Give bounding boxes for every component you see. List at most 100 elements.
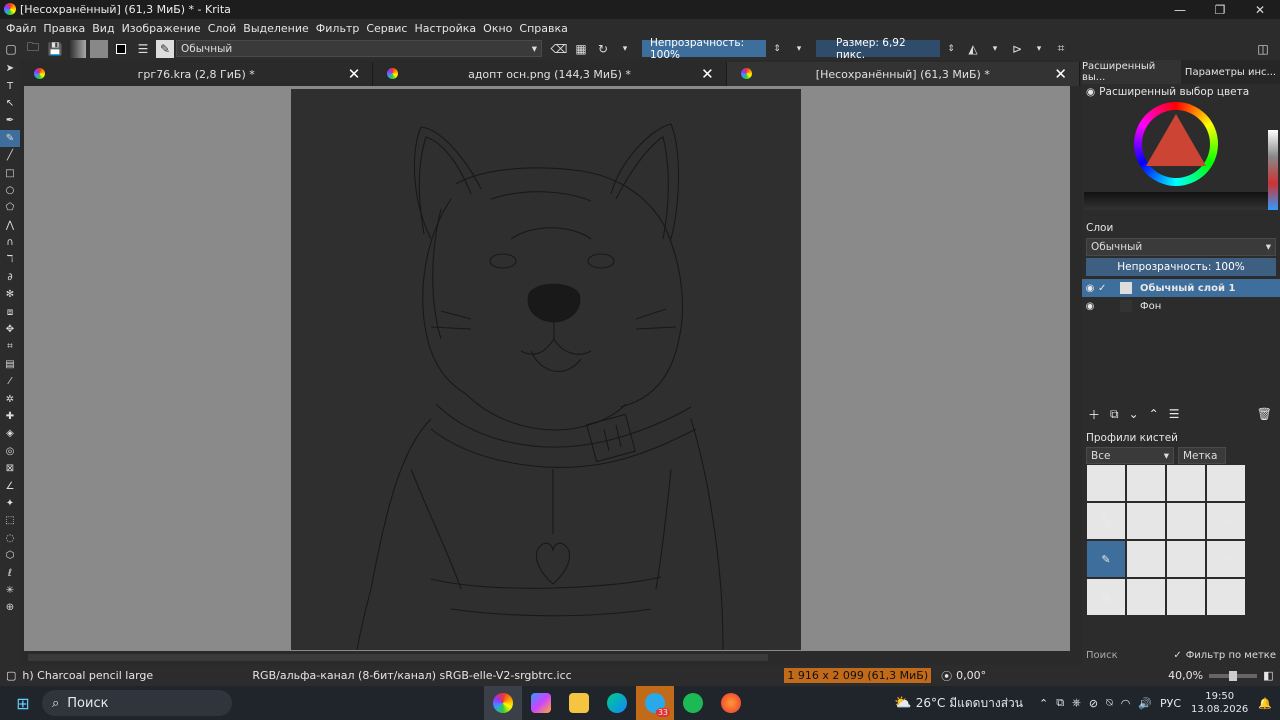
line-tool-icon[interactable]: ╱: [0, 147, 20, 164]
menu-view[interactable]: Вид: [92, 22, 114, 35]
chevron-down-icon[interactable]: ▾: [616, 40, 634, 58]
brush-preset[interactable]: ▤: [1207, 541, 1245, 577]
layer-row[interactable]: ◉ Фон: [1082, 297, 1280, 315]
pattern-icon[interactable]: [90, 39, 108, 58]
open-folder-icon[interactable]: 🗀: [24, 40, 42, 58]
delete-layer-icon[interactable]: 🗑: [1257, 407, 1272, 421]
ellipse-tool-icon[interactable]: ○: [0, 182, 20, 199]
layer-menu-icon[interactable]: ☰: [1169, 407, 1180, 421]
rectangle-tool-icon[interactable]: □: [0, 164, 20, 181]
chevron-down-icon[interactable]: ▾: [1030, 40, 1048, 58]
brush-search-input[interactable]: Поиск: [1086, 650, 1173, 661]
brush-category-select[interactable]: Все ▾: [1086, 447, 1174, 464]
duplicate-layer-icon[interactable]: ⧉: [1110, 407, 1119, 422]
start-icon[interactable]: ⊞: [4, 686, 42, 720]
filter-by-tag-checkbox[interactable]: Фильтр по метке: [1186, 650, 1276, 661]
document-tab-active[interactable]: [Несохранённый] (61,3 МиБ) * ✕: [726, 62, 1080, 86]
document-tab[interactable]: грг76.kra (2,8 ГиБ) * ✕: [20, 62, 374, 86]
opacity-stepper[interactable]: ⇕: [768, 40, 786, 58]
menu-layer[interactable]: Слой: [208, 22, 237, 35]
edit-shapes-icon[interactable]: ↖: [0, 95, 20, 112]
tab-tool-options[interactable]: Параметры инс...: [1181, 60, 1280, 84]
tab-advanced-color[interactable]: Расширенный вы...: [1082, 60, 1181, 84]
measure-tool-icon[interactable]: ∠: [0, 477, 20, 494]
tray-mic-icon[interactable]: ⍉: [1106, 696, 1113, 710]
brush-preset[interactable]: ✎: [1127, 465, 1165, 501]
menu-select[interactable]: Выделение: [243, 22, 309, 35]
brush-preset[interactable]: ✒: [1087, 465, 1125, 501]
opacity-slider[interactable]: Непрозрачность: 100%: [642, 37, 766, 61]
mirror-horizontal-icon[interactable]: ◭: [964, 40, 982, 58]
reference-tool-icon[interactable]: ✦: [0, 495, 20, 512]
menu-file[interactable]: Файл: [6, 22, 36, 35]
brush-preset-active[interactable]: ✎: [1087, 541, 1125, 577]
brush-preset[interactable]: ▦: [1087, 579, 1125, 615]
notification-icon[interactable]: 🔔: [1258, 697, 1272, 710]
add-layer-icon[interactable]: ＋: [1088, 406, 1100, 423]
magic-wand-icon[interactable]: ✳: [0, 582, 20, 599]
menu-help[interactable]: Справка: [519, 22, 567, 35]
brush-preset[interactable]: ✏: [1207, 465, 1245, 501]
blend-mode-select[interactable]: Обычный ▾: [176, 40, 542, 57]
menu-image[interactable]: Изображение: [122, 22, 201, 35]
ellipse-select-icon[interactable]: ◌: [0, 530, 20, 547]
zoom-value[interactable]: 40,0%: [1168, 669, 1203, 682]
multibrush-icon[interactable]: ✻: [0, 286, 20, 303]
layer-row[interactable]: ◉ ✓ Обычный слой 1: [1082, 279, 1280, 297]
weather-label[interactable]: 26°C มีแดดบางส่วน: [916, 694, 1023, 713]
dynamic-brush-icon[interactable]: ∂: [0, 269, 20, 286]
copilot-icon[interactable]: [522, 686, 560, 720]
sv-triangle[interactable]: [1146, 114, 1206, 166]
close-button[interactable]: ✕: [1240, 0, 1280, 19]
wrap-around-icon[interactable]: ⌗: [1052, 40, 1070, 58]
freehand-path-icon[interactable]: ℸ: [0, 251, 20, 268]
polyline-tool-icon[interactable]: ⋀: [0, 217, 20, 234]
color-history-bar[interactable]: [1268, 130, 1278, 210]
spotify-icon[interactable]: [674, 686, 712, 720]
polygon-tool-icon[interactable]: ⬠: [0, 199, 20, 216]
size-stepper[interactable]: ⇕: [942, 40, 960, 58]
menu-edit[interactable]: Правка: [43, 22, 85, 35]
menu-filter[interactable]: Фильтр: [316, 22, 360, 35]
select-tool-icon[interactable]: ➤: [0, 60, 20, 77]
check-icon[interactable]: ✓: [1098, 283, 1112, 294]
krita-taskbar-icon[interactable]: [484, 686, 522, 720]
firefox-icon[interactable]: [712, 686, 750, 720]
polygon-select-icon[interactable]: ⬡: [0, 547, 20, 564]
drawing-canvas[interactable]: [291, 89, 801, 651]
volume-icon[interactable]: 🔊: [1138, 697, 1152, 710]
chevron-down-icon[interactable]: ▾: [790, 40, 808, 58]
rect-select-icon[interactable]: ⬚: [0, 512, 20, 529]
gradient-icon[interactable]: [68, 39, 86, 58]
tray-mute-icon[interactable]: ⊘: [1089, 697, 1098, 710]
taskbar-search[interactable]: ⌕ Поиск: [42, 690, 232, 716]
eye-icon[interactable]: ◉: [1082, 301, 1098, 312]
zoom-slider[interactable]: [1209, 670, 1258, 681]
language-indicator[interactable]: РУС: [1160, 697, 1181, 710]
canvas-area[interactable]: [24, 86, 1070, 651]
layer-opacity-slider[interactable]: Непрозрачность: 100%: [1086, 258, 1276, 276]
save-icon[interactable]: 💾: [46, 40, 64, 58]
tray-network-icon[interactable]: ⎈: [1072, 696, 1081, 710]
layer-blend-select[interactable]: Обычный ▾: [1086, 238, 1276, 256]
close-icon[interactable]: ✕: [1054, 65, 1067, 83]
freehand-select-icon[interactable]: ℓ: [0, 564, 20, 581]
document-tab[interactable]: адопт осн.png (144,3 МиБ) * ✕: [373, 62, 727, 86]
assistant-tool-icon[interactable]: ⊠: [0, 460, 20, 477]
menu-settings[interactable]: Настройка: [414, 22, 476, 35]
colorize-mask-icon[interactable]: ✲: [0, 390, 20, 407]
brush-preset-icon[interactable]: ✎: [156, 39, 174, 58]
size-slider[interactable]: Размер: 6,92 пикс.: [816, 37, 940, 61]
crop-tool-icon[interactable]: ⌗: [0, 338, 20, 355]
clock[interactable]: 19:50 13.08.2026: [1191, 690, 1248, 716]
brush-preset[interactable]: ▚: [1087, 503, 1125, 539]
reload-preset-icon[interactable]: ↻: [594, 40, 612, 58]
maximize-button[interactable]: ❐: [1200, 0, 1240, 19]
brush-preset[interactable]: ✏: [1127, 541, 1165, 577]
brush-preset[interactable]: ✍: [1167, 503, 1205, 539]
alpha-lock-icon[interactable]: ▦: [572, 40, 590, 58]
brush-preset[interactable]: ✒: [1207, 503, 1245, 539]
eye-icon[interactable]: ◉: [1082, 283, 1098, 294]
brush-tag-select[interactable]: Метка: [1178, 447, 1226, 464]
menu-window[interactable]: Окно: [483, 22, 512, 35]
